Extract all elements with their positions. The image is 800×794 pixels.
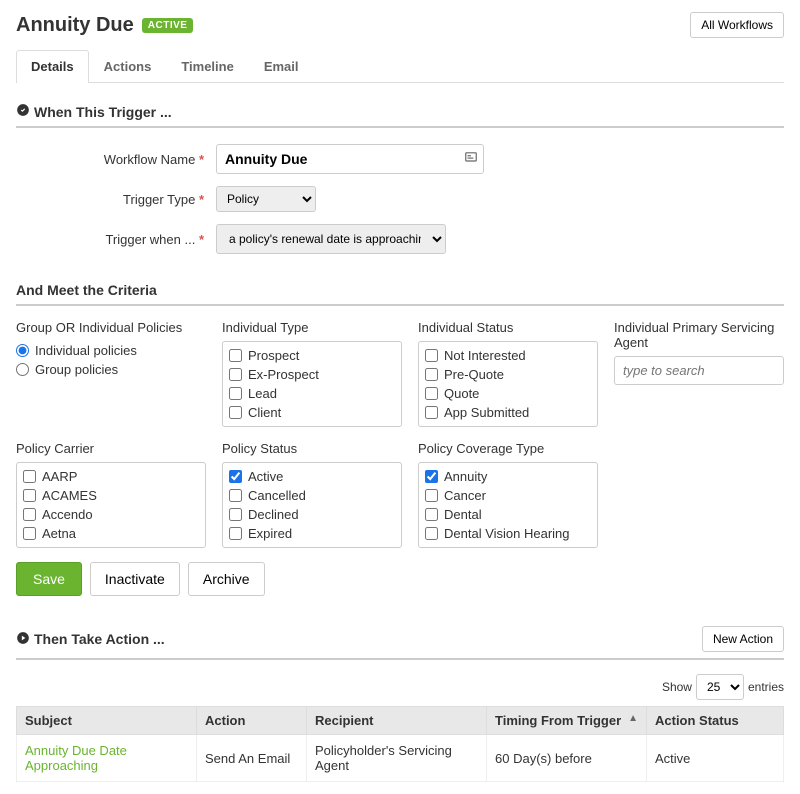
list-item[interactable]: Active (229, 467, 395, 486)
check-circle-icon (16, 103, 30, 120)
list-item[interactable]: Pre-Quote (425, 365, 591, 384)
actions-table: Subject Action Recipient Timing From Tri… (16, 706, 784, 782)
required-marker: * (199, 152, 204, 167)
policy-status-listbox[interactable]: Active Cancelled Declined Expired (222, 462, 402, 548)
th-timing[interactable]: Timing From Trigger ▲ (487, 707, 647, 735)
list-item[interactable]: Lead (229, 384, 395, 403)
required-marker: * (199, 232, 204, 247)
individual-type-label: Individual Type (222, 320, 402, 335)
archive-button[interactable]: Archive (188, 562, 265, 596)
list-item[interactable]: Dental Vision Hearing (425, 524, 591, 543)
trigger-section-title: When This Trigger ... (16, 103, 784, 128)
group-individual-label: Group OR Individual Policies (16, 320, 206, 335)
radio-individual-policies[interactable]: Individual policies (16, 341, 206, 360)
tabs: Details Actions Timeline Email (16, 50, 784, 83)
policy-carrier-listbox[interactable]: AARP ACAMES Accendo Aetna (16, 462, 206, 548)
list-item[interactable]: Client (229, 403, 395, 422)
entries-label: entries (748, 680, 784, 694)
list-item[interactable]: Ex-Prospect (229, 365, 395, 384)
th-subject[interactable]: Subject (17, 707, 197, 735)
trigger-type-select[interactable]: Policy (216, 186, 316, 212)
individual-status-listbox[interactable]: Not Interested Pre-Quote Quote App Submi… (418, 341, 598, 427)
list-item[interactable]: Accendo (23, 505, 199, 524)
th-recipient[interactable]: Recipient (307, 707, 487, 735)
list-item[interactable]: Cancelled (229, 486, 395, 505)
play-circle-icon (16, 631, 30, 648)
action-timing-cell: 60 Day(s) before (487, 735, 647, 782)
list-item[interactable]: Expired (229, 524, 395, 543)
save-button[interactable]: Save (16, 562, 82, 596)
action-subject-link[interactable]: Annuity Due Date Approaching (25, 743, 127, 773)
criteria-section-title: And Meet the Criteria (16, 282, 784, 306)
action-recipient-cell: Policyholder's Servicing Agent (307, 735, 487, 782)
workflow-title-text: Annuity Due (16, 14, 134, 37)
trigger-when-select[interactable]: a policy's renewal date is approaching (216, 224, 446, 254)
th-status[interactable]: Action Status (647, 707, 784, 735)
policy-carrier-label: Policy Carrier (16, 441, 206, 456)
th-action[interactable]: Action (197, 707, 307, 735)
workflow-name-input[interactable] (216, 144, 484, 174)
tab-email[interactable]: Email (249, 50, 314, 82)
list-item[interactable]: Not Interested (425, 346, 591, 365)
individual-type-listbox[interactable]: Prospect Ex-Prospect Lead Client (222, 341, 402, 427)
individual-status-label: Individual Status (418, 320, 598, 335)
trigger-section-label: When This Trigger ... (34, 104, 172, 120)
action-status-cell: Active (647, 735, 784, 782)
all-workflows-button[interactable]: All Workflows (690, 12, 784, 38)
then-section-title: Then Take Action ... (16, 631, 165, 648)
list-item[interactable]: Quote (425, 384, 591, 403)
tab-timeline[interactable]: Timeline (166, 50, 249, 82)
list-item[interactable]: Aetna (23, 524, 199, 543)
radio-group-policies[interactable]: Group policies (16, 360, 206, 379)
table-row: Annuity Due Date Approaching Send An Ema… (17, 735, 784, 782)
list-item[interactable]: Declined (229, 505, 395, 524)
then-section-label: Then Take Action ... (34, 631, 165, 647)
list-item[interactable]: Prospect (229, 346, 395, 365)
action-type-cell: Send An Email (197, 735, 307, 782)
policy-status-label: Policy Status (222, 441, 402, 456)
list-item[interactable]: AARP (23, 467, 199, 486)
page-size-select[interactable]: 25 (696, 674, 744, 700)
policy-coverage-label: Policy Coverage Type (418, 441, 598, 456)
new-action-button[interactable]: New Action (702, 626, 784, 652)
sort-asc-icon: ▲ (628, 713, 638, 724)
workflow-name-icon (464, 151, 478, 168)
show-label: Show (662, 680, 692, 694)
page-title: Annuity Due ACTIVE (16, 14, 193, 37)
list-item[interactable]: Cancer (425, 486, 591, 505)
list-item[interactable]: Annuity (425, 467, 591, 486)
workflow-name-label: Workflow Name * (16, 152, 216, 167)
required-marker: * (199, 192, 204, 207)
list-item[interactable]: ACAMES (23, 486, 199, 505)
servicing-agent-label: Individual Primary Servicing Agent (614, 320, 784, 350)
tab-actions[interactable]: Actions (89, 50, 167, 82)
trigger-when-label: Trigger when ... * (16, 232, 216, 247)
inactivate-button[interactable]: Inactivate (90, 562, 180, 596)
servicing-agent-search[interactable] (614, 356, 784, 385)
policy-coverage-listbox[interactable]: Annuity Cancer Dental Dental Vision Hear… (418, 462, 598, 548)
status-badge: ACTIVE (142, 18, 194, 33)
list-item[interactable]: Dental (425, 505, 591, 524)
trigger-type-label: Trigger Type * (16, 192, 216, 207)
tab-details[interactable]: Details (16, 50, 89, 83)
list-item[interactable]: App Submitted (425, 403, 591, 422)
